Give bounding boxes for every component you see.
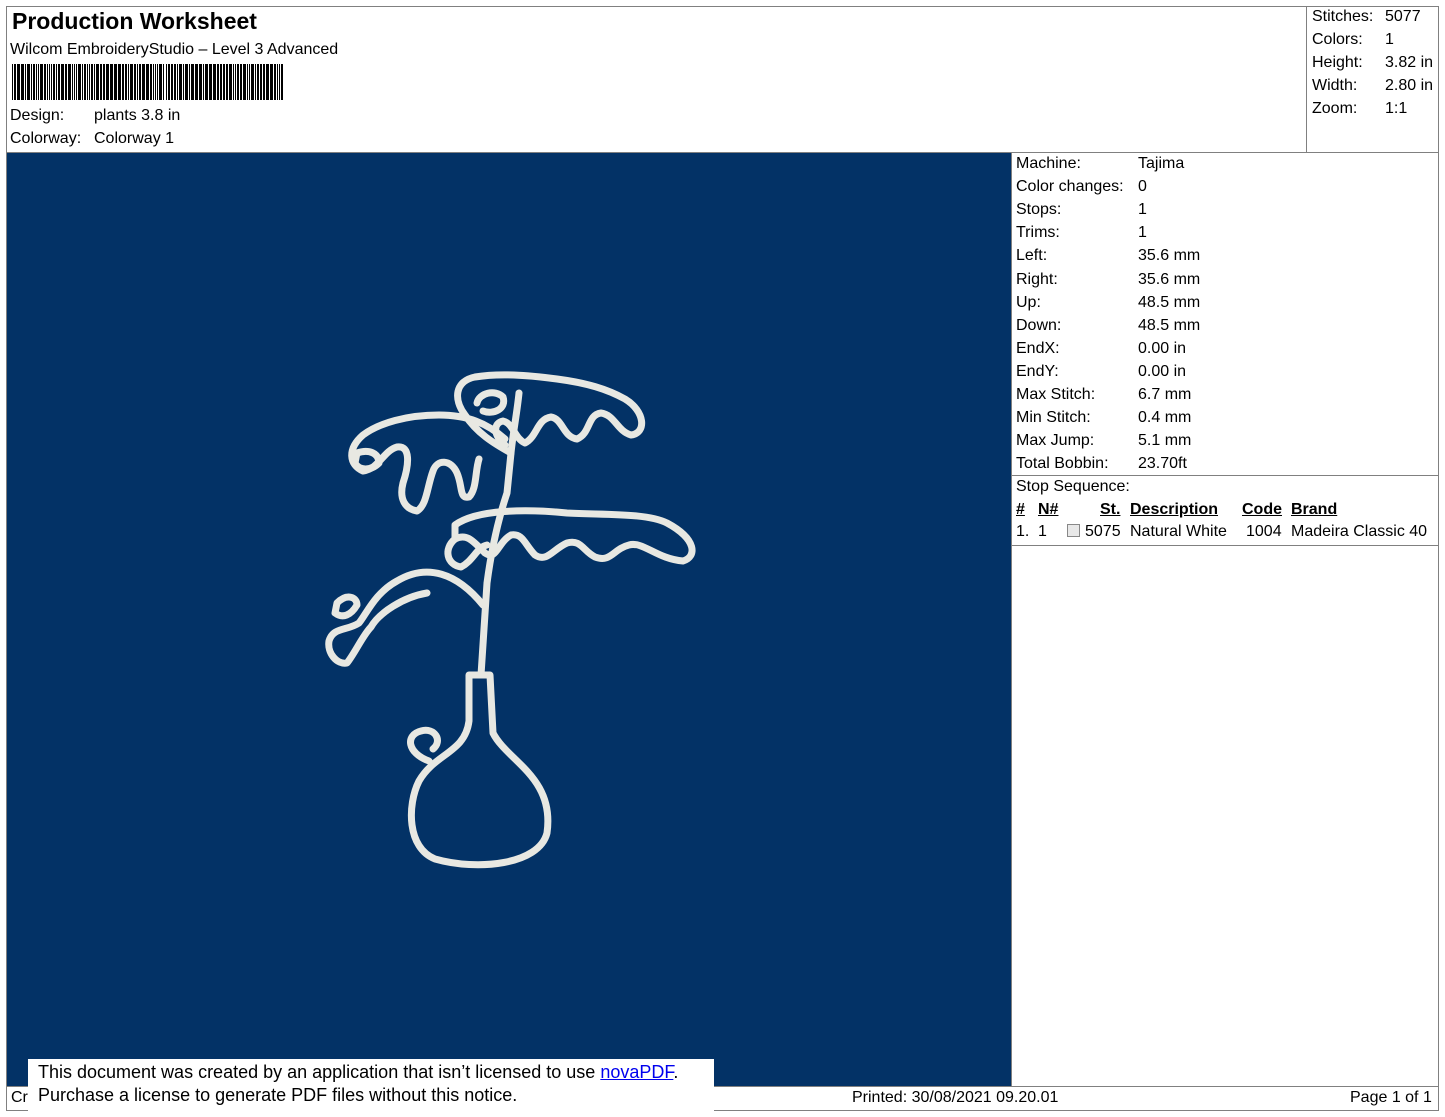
column-header-needle: N# [1038, 501, 1059, 518]
notice-line-2: Purchase a license to generate PDF files… [38, 1085, 518, 1105]
machine-info-row: Total Bobbin: 23.70ft [1016, 455, 1187, 473]
info-value: 48.5 mm [1138, 316, 1201, 334]
notice-text: . [673, 1062, 679, 1082]
row-stitches: 5075 [1085, 523, 1121, 540]
info-label: Down: [1016, 316, 1062, 334]
stat-stitches: Stitches: 5077 [1312, 8, 1421, 26]
machine-info-panel: Machine: Tajima Color changes: 0 Stops: 1 Trim… [1011, 152, 1439, 1087]
page-title: Production Worksheet [12, 8, 257, 34]
stop-sequence-label: Stop Sequence: [1016, 478, 1130, 495]
stat-label: Stitches: [1312, 8, 1374, 25]
page-number: Page 1 of 1 [1350, 1089, 1432, 1106]
footer-left-text: Cr [11, 1089, 28, 1106]
divider [1012, 545, 1438, 546]
info-label: EndX: [1016, 339, 1060, 357]
colorway-row: Colorway: Colorway 1 [10, 130, 174, 148]
machine-info-row: Max Jump: 5.1 mm [1016, 432, 1191, 450]
stat-value: 1:1 [1385, 100, 1408, 117]
column-header-stitches: St. [1100, 501, 1121, 518]
printed-date: Printed: 30/08/2021 09.20.01 [852, 1089, 1059, 1106]
machine-info-row: Machine: Tajima [1016, 155, 1184, 173]
column-header-brand: Brand [1291, 501, 1338, 518]
stat-label: Zoom: [1312, 100, 1358, 117]
machine-info-row: Color changes: 0 [1016, 178, 1147, 196]
machine-info-row: Trims: 1 [1016, 224, 1147, 242]
info-label: Machine: [1016, 155, 1081, 172]
info-value: 0 [1138, 178, 1147, 196]
machine-info-row: Stops: 1 [1016, 201, 1147, 219]
info-value: 35.6 mm [1138, 270, 1201, 288]
design-row: Design: plants 3.8 in [10, 107, 180, 125]
info-value: 1 [1138, 201, 1147, 219]
info-label: Trims: [1016, 224, 1060, 242]
machine-info-row: Right: 35.6 mm [1016, 270, 1200, 289]
info-value: 6.7 mm [1138, 386, 1192, 403]
stat-label: Width: [1312, 77, 1358, 94]
stats-box: Stitches: 5077 Colors: 1 Height: 3.82 in Wi… [1306, 6, 1443, 152]
row-description: Natural White [1130, 523, 1227, 540]
stat-colors: Colors: 1 [1312, 31, 1394, 49]
machine-info-row: Max Stitch: 6.7 mm [1016, 386, 1191, 404]
stat-value: 5077 [1385, 8, 1421, 25]
row-code: 1004 [1246, 523, 1282, 540]
machine-info-row: EndX: 0.00 in [1016, 339, 1186, 358]
info-label: Max Stitch: [1016, 386, 1096, 403]
stat-label: Colors: [1312, 31, 1363, 48]
info-label: Color changes: [1016, 178, 1124, 196]
info-value: 1 [1138, 224, 1147, 242]
machine-info-row: Left: 35.6 mm [1016, 247, 1200, 265]
machine-info-row: Down: 48.5 mm [1016, 316, 1200, 335]
stat-width: Width: 2.80 in [1312, 77, 1433, 95]
info-label: Left: [1016, 247, 1048, 265]
column-header-description: Description [1130, 501, 1219, 518]
info-value: 0.00 in [1138, 362, 1187, 380]
notice-text: This document was created by an applicat… [38, 1062, 601, 1082]
info-label: Max Jump: [1016, 432, 1095, 450]
info-value: 48.5 mm [1138, 293, 1201, 311]
stat-label: Height: [1312, 54, 1363, 71]
row-needle: 1 [1038, 523, 1047, 540]
colorway-name: Colorway 1 [94, 130, 175, 147]
stat-value: 2.80 in [1385, 77, 1434, 94]
row-index: 1. [1016, 523, 1030, 540]
novapdf-link[interactable]: novaPDF [600, 1062, 673, 1082]
design-preview [6, 152, 1012, 1087]
machine-info-row: EndY: 0.00 in [1016, 362, 1186, 381]
stat-height: Height: 3.82 in [1312, 54, 1433, 72]
license-notice: This document was created by an applicat… [28, 1059, 714, 1115]
divider [1012, 475, 1438, 476]
design-label: Design: [10, 107, 65, 124]
info-label: Total Bobbin: [1016, 455, 1109, 473]
stat-zoom: Zoom: 1:1 [1312, 100, 1407, 118]
info-value: 0.4 mm [1138, 409, 1192, 427]
column-header-code: Code [1242, 501, 1282, 518]
row-brand: Madeira Classic 40 [1291, 523, 1428, 540]
info-value: 23.70ft [1138, 455, 1187, 473]
stat-value: 3.82 in [1385, 54, 1434, 71]
notice-line-1: This document was created by an applicat… [38, 1061, 714, 1084]
info-label: Stops: [1016, 201, 1062, 219]
software-name: Wilcom EmbroideryStudio – Level 3 Advanc… [10, 41, 339, 58]
info-label: Up: [1016, 293, 1041, 311]
info-label: EndY: [1016, 362, 1059, 380]
machine-info-row: Min Stitch: 0.4 mm [1016, 409, 1191, 427]
info-value: 0.00 in [1138, 339, 1187, 357]
thread-color-swatch [1067, 524, 1080, 537]
design-name: plants 3.8 in [94, 107, 181, 124]
info-label: Min Stitch: [1016, 409, 1091, 427]
colorway-label: Colorway: [10, 130, 82, 147]
info-value: 35.6 mm [1138, 247, 1201, 265]
machine-info-row: Up: 48.5 mm [1016, 293, 1200, 312]
info-value: Tajima [1138, 155, 1185, 172]
stat-value: 1 [1385, 31, 1394, 48]
column-header-number: # [1016, 501, 1025, 518]
info-value: 5.1 mm [1138, 432, 1192, 450]
embroidery-design-image [325, 371, 696, 869]
info-label: Right: [1016, 270, 1058, 288]
barcode [12, 64, 283, 100]
